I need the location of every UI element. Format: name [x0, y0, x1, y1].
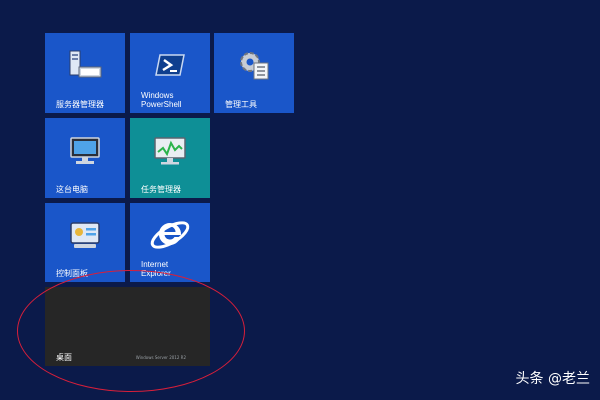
tile-windows-powershell[interactable]: Windows PowerShell [130, 33, 210, 113]
server-manager-icon [69, 50, 102, 78]
tile-task-manager[interactable]: 任务管理器 [130, 118, 210, 198]
internet-explorer-icon [150, 220, 190, 249]
computer-icon [70, 137, 100, 164]
tile-label: 控制面板 [56, 269, 88, 278]
tile-label: Internet Explorer [141, 260, 171, 278]
task-manager-icon [154, 137, 186, 165]
admin-tools-icon [240, 52, 269, 80]
powershell-icon [155, 54, 185, 76]
tile-label: 桌面 [56, 353, 72, 362]
tile-admin-tools[interactable]: 管理工具 [214, 33, 294, 113]
os-watermark: Windows Server 2012 R2 [135, 355, 186, 360]
tile-desktop[interactable]: 桌面 Windows Server 2012 R2 [45, 287, 210, 366]
tile-label: Windows PowerShell [141, 91, 182, 109]
source-watermark: 头条 @老兰 [515, 371, 590, 387]
tile-control-panel[interactable]: 控制面板 [45, 203, 125, 282]
tile-label: 任务管理器 [141, 185, 181, 194]
tile-label: 管理工具 [225, 100, 257, 109]
tile-server-manager[interactable]: 服务器管理器 [45, 33, 125, 113]
tile-internet-explorer[interactable]: Internet Explorer [130, 203, 210, 282]
tile-label: 这台电脑 [56, 185, 88, 194]
tile-this-pc[interactable]: 这台电脑 [45, 118, 125, 198]
tile-label: 服务器管理器 [56, 100, 104, 109]
control-panel-icon [70, 221, 100, 248]
